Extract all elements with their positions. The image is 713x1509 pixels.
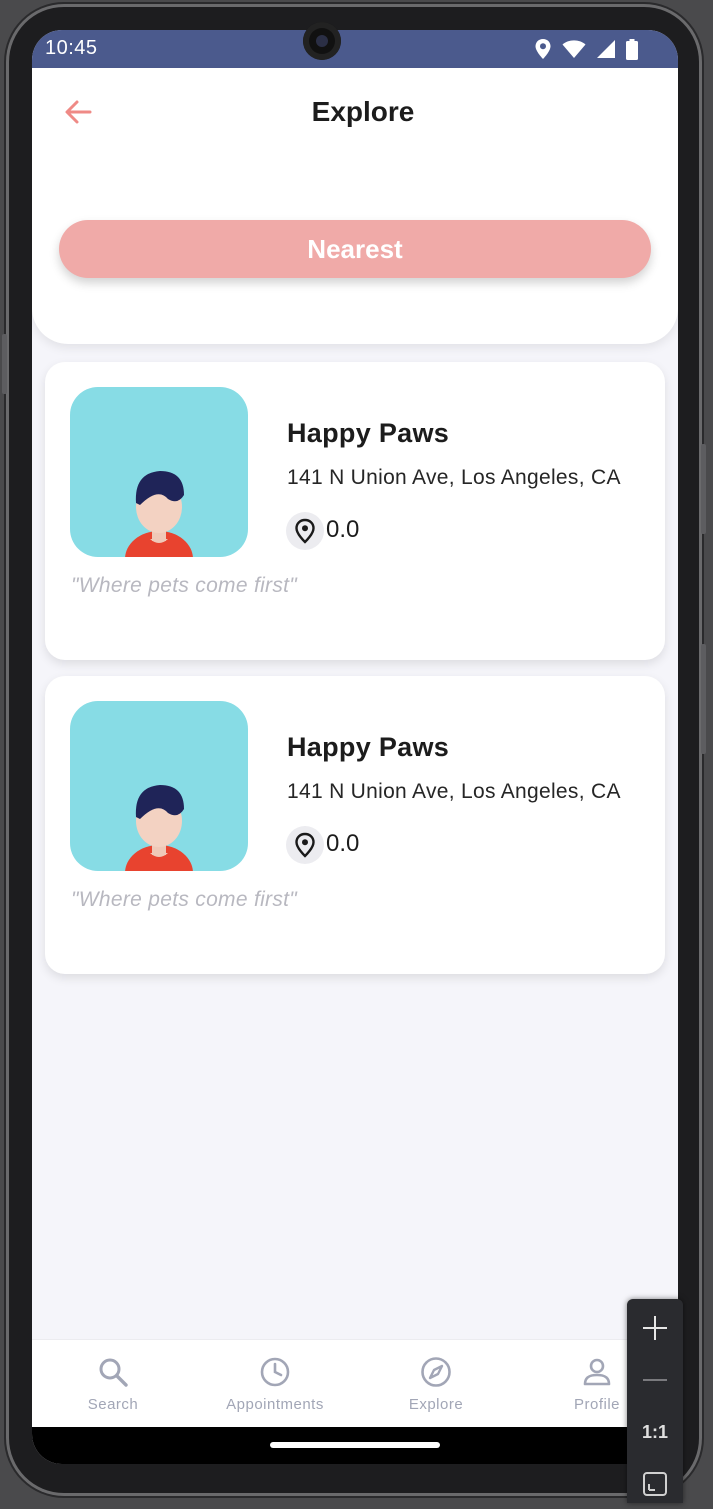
front-camera <box>303 22 341 60</box>
distance-badge <box>286 826 324 864</box>
actual-size-label: 1:1 <box>641 1421 668 1442</box>
nav-label: Search <box>87 1396 139 1413</box>
location-icon <box>535 39 551 59</box>
zoom-out-button[interactable] <box>627 1355 683 1405</box>
map-pin-icon <box>295 832 315 858</box>
actual-size-button[interactable]: 1:1 <box>627 1407 683 1457</box>
zoom-in-button[interactable] <box>627 1303 683 1353</box>
business-name: Happy Paws <box>287 418 450 448</box>
status-bar: 10:45 <box>32 30 678 68</box>
business-tagline: "Where pets come first" <box>71 574 298 597</box>
gesture-bar <box>32 1427 678 1464</box>
signal-icon <box>597 40 615 58</box>
nav-item-explore[interactable]: Explore <box>366 1340 506 1428</box>
nav-item-appointments[interactable]: Appointments <box>205 1340 345 1428</box>
business-avatar <box>70 701 248 871</box>
distance-badge <box>286 512 324 550</box>
person-avatar-icon <box>125 785 193 871</box>
fit-screen-icon <box>643 1472 667 1496</box>
business-distance: 0.0 <box>326 830 360 857</box>
business-tagline: "Where pets come first" <box>71 888 298 911</box>
plus-icon <box>643 1316 667 1340</box>
home-indicator[interactable] <box>270 1442 440 1448</box>
nav-item-search[interactable]: Search <box>43 1340 183 1428</box>
business-avatar <box>70 387 248 557</box>
explore-header: Explore Nearest <box>32 68 678 344</box>
battery-icon <box>626 38 638 60</box>
status-time: 10:45 <box>45 37 98 59</box>
minus-icon <box>643 1379 667 1381</box>
zoom-controls: 1:1 <box>627 1299 683 1503</box>
clock-icon <box>260 1357 290 1387</box>
person-avatar-icon <box>125 471 193 557</box>
result-card[interactable]: Happy Paws 141 N Union Ave, Los Angeles,… <box>45 362 665 660</box>
fit-screen-button[interactable] <box>627 1459 683 1509</box>
app-screen: 10:45 Explore Nearest Happy Paws 141 N U… <box>32 30 678 1464</box>
power-button <box>701 444 706 534</box>
business-address: 141 N Union Ave, Los Angeles, CA <box>287 466 621 489</box>
map-pin-icon <box>295 518 315 544</box>
business-name: Happy Paws <box>287 732 450 762</box>
nav-label: Appointments <box>226 1396 324 1413</box>
business-address: 141 N Union Ave, Los Angeles, CA <box>287 780 621 803</box>
bottom-nav: Search Appointments Explore Profile <box>32 1339 678 1428</box>
page-title: Explore <box>311 96 415 127</box>
result-card[interactable]: Happy Paws 141 N Union Ave, Los Angeles,… <box>45 676 665 974</box>
nearest-filter-button[interactable]: Nearest <box>59 220 651 278</box>
side-button <box>701 644 706 754</box>
compass-icon <box>421 1357 451 1387</box>
wifi-icon <box>562 40 586 58</box>
nav-label: Explore <box>408 1396 464 1413</box>
person-icon <box>583 1358 611 1386</box>
business-distance: 0.0 <box>326 516 360 543</box>
search-icon <box>99 1358 128 1387</box>
volume-button <box>2 334 7 394</box>
